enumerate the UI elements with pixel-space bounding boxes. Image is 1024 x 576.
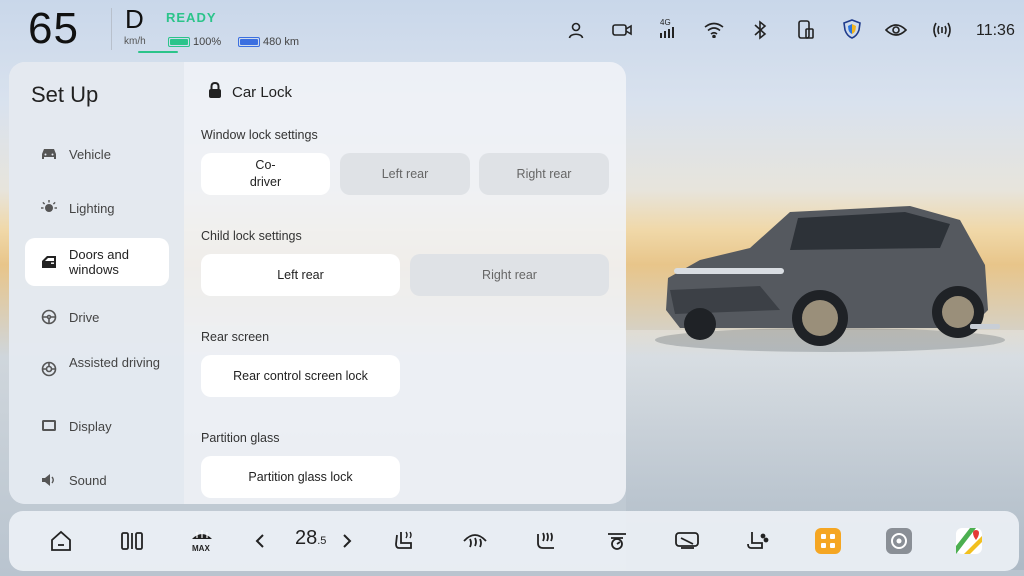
bluetooth-icon[interactable] [748,18,772,42]
child-lock-label: Child lock settings [201,229,302,243]
shield-icon[interactable] [840,17,864,41]
sidebar-item-label: Lighting [69,200,115,216]
speed-underline [138,51,178,53]
lock-icon [208,81,222,102]
car-image [655,206,1005,352]
speed-readout: 65 [28,4,79,53]
sidebar-item-lighting[interactable]: Lighting [25,184,169,232]
phone-device-icon[interactable] [794,18,818,42]
sidebar-title: Set Up [31,82,99,107]
partition-glass-lock-button[interactable]: Partition glass lock [201,456,400,498]
front-defrost-icon[interactable] [459,525,491,557]
rear-defrost-icon[interactable] [671,525,703,557]
battery-status: 100% [168,36,221,48]
sidebar-item-assisted-driving[interactable]: Assisted driving [25,339,169,387]
display-icon [41,418,57,434]
person-icon[interactable] [564,18,588,42]
sidebar-item-display[interactable]: Display [25,402,169,450]
page-title-text: Car Lock [232,83,293,101]
assist-icon [41,361,57,377]
settings-icon[interactable] [883,525,915,557]
range-value: 480 km [263,36,300,48]
bottom-dock: MAX 28.5 [9,511,1019,571]
door-icon [41,254,57,270]
battery-icon [168,37,190,47]
speed-divider [111,8,112,50]
sidebar-item-label: Doors and windows [69,247,129,277]
settings-sidebar: Set Up Vehicle Lighting Doors and window… [9,62,184,504]
speaker-icon [41,472,57,488]
sidebar-item-label: Drive [69,309,100,325]
gear-indicator: D [125,4,144,34]
sidebar-item-vehicle[interactable]: Vehicle [25,130,169,178]
seat-ventilation-icon[interactable] [530,525,562,557]
temperature-decimal: .5 [317,535,327,547]
svg-text:4G: 4G [660,18,671,27]
apps-icon[interactable] [812,525,844,557]
split-screen-icon[interactable] [116,525,148,557]
child-lock-left-rear-button[interactable]: Left rear [201,254,400,296]
maps-icon[interactable] [953,525,985,557]
svg-text:MAX: MAX [192,544,210,553]
settings-panel: Set Up Vehicle Lighting Doors and window… [9,62,626,504]
temperature-readout: 28.5 [295,527,326,550]
temp-down-icon[interactable] [244,525,276,557]
temperature-main: 28 [295,527,318,549]
range-status: 480 km [238,36,299,48]
window-lock-co-driver-button[interactable]: Co-driver [201,153,330,195]
camera-icon[interactable] [610,18,634,42]
steering-icon [41,309,57,325]
wifi-icon[interactable] [702,18,726,42]
fan-icon[interactable] [601,525,633,557]
window-lock-right-rear-button[interactable]: Right rear [479,153,609,195]
partition-glass-label: Partition glass [201,431,280,445]
child-lock-right-rear-button[interactable]: Right rear [410,254,609,296]
sidebar-item-sound[interactable]: Sound [25,456,169,504]
sidebar-item-drive[interactable]: Drive [25,293,169,341]
range-icon [238,37,260,47]
max-defrost-icon[interactable]: MAX [186,525,218,557]
sidebar-item-label: Assisted driving [69,355,161,370]
window-lock-left-rear-button[interactable]: Left rear [340,153,470,195]
car-lock-content: Car Lock Window lock settings Co-driver … [184,62,626,504]
clock: 11:36 [976,22,1015,39]
signal-4g-icon: 4G [656,16,680,40]
battery-percent: 100% [193,36,222,48]
rear-screen-lock-button[interactable]: Rear control screen lock [201,355,400,397]
seat-heat-icon[interactable] [389,525,421,557]
rear-screen-label: Rear screen [201,330,270,344]
sidebar-item-label: Display [69,418,112,434]
page-title: Car Lock [208,81,293,102]
window-lock-label: Window lock settings [201,128,318,142]
eye-icon[interactable] [884,18,908,42]
broadcast-icon[interactable] [930,18,954,42]
seat-massage-icon[interactable] [742,525,774,557]
sidebar-item-label: Vehicle [69,146,111,162]
sidebar-item-label: Sound [69,472,107,488]
home-icon[interactable] [45,525,77,557]
temp-up-icon[interactable] [331,525,363,557]
car-icon [41,146,57,162]
speed-unit: km/h [124,36,146,47]
sidebar-item-doors-windows[interactable]: Doors and windows [25,238,169,286]
ready-indicator: READY [166,10,217,25]
light-icon [41,200,57,216]
